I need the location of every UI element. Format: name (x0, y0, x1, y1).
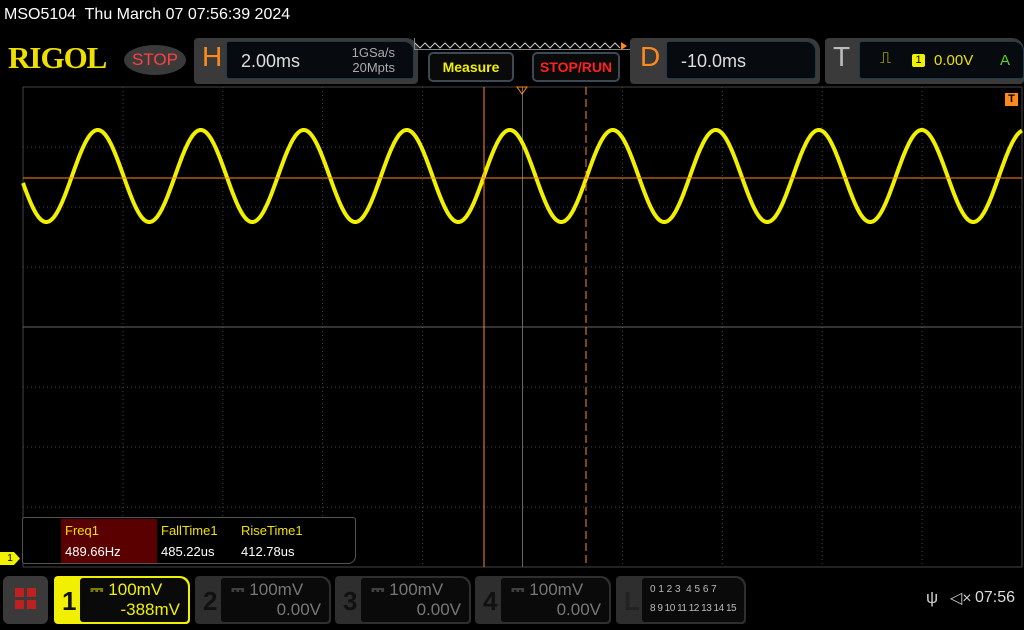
ch2-scale: ⎓ 100mV (231, 580, 304, 599)
measurement-falltime[interactable]: FallTime1 485.22us (157, 519, 237, 563)
logic-channels-0-7: 0 1 2 3 4 5 6 7 (650, 584, 717, 595)
measurement-risetime[interactable]: RiseTime1 412.78us (237, 519, 317, 563)
ch3-scale: ⎓ 100mV (371, 580, 444, 599)
ch1-scale: ⎓ 100mV (90, 580, 163, 599)
ch3-offset: 0.00V (416, 600, 461, 619)
logic-channels-8-15: 8 9 10 11 12 13 14 15 (650, 603, 737, 614)
measurement-freq[interactable]: Freq1 489.66Hz (61, 519, 157, 563)
ch2-offset: 0.00V (276, 600, 321, 619)
channel-2-button[interactable]: 2 ⎓ 100mV 0.00V (195, 576, 331, 624)
logic-button[interactable]: L 0 1 2 3 4 5 6 7 8 9 10 11 12 13 14 15 (616, 576, 746, 624)
ch4-offset: 0.00V (556, 600, 601, 619)
grid-menu-icon (15, 588, 36, 609)
measurement-panel: Freq1 489.66Hz FallTime1 485.22us RiseTime… (22, 517, 356, 564)
mute-icon[interactable]: ◁× (950, 588, 972, 608)
ch1-offset: -388mV (120, 600, 180, 619)
ch4-scale: ⎓ 100mV (511, 580, 584, 599)
clock: 07:56 (975, 589, 1016, 606)
channel-3-button[interactable]: 3 ⎓ 100mV 0.00V (335, 576, 471, 624)
channel-1-button[interactable]: 1 ⎓ 100mV -388mV (54, 576, 190, 624)
usb-icon: ψ (926, 588, 939, 607)
menu-button[interactable] (3, 576, 48, 624)
trigger-time-marker[interactable]: T (1005, 93, 1018, 106)
channel-4-button[interactable]: 4 ⎓ 100mV 0.00V (475, 576, 611, 624)
